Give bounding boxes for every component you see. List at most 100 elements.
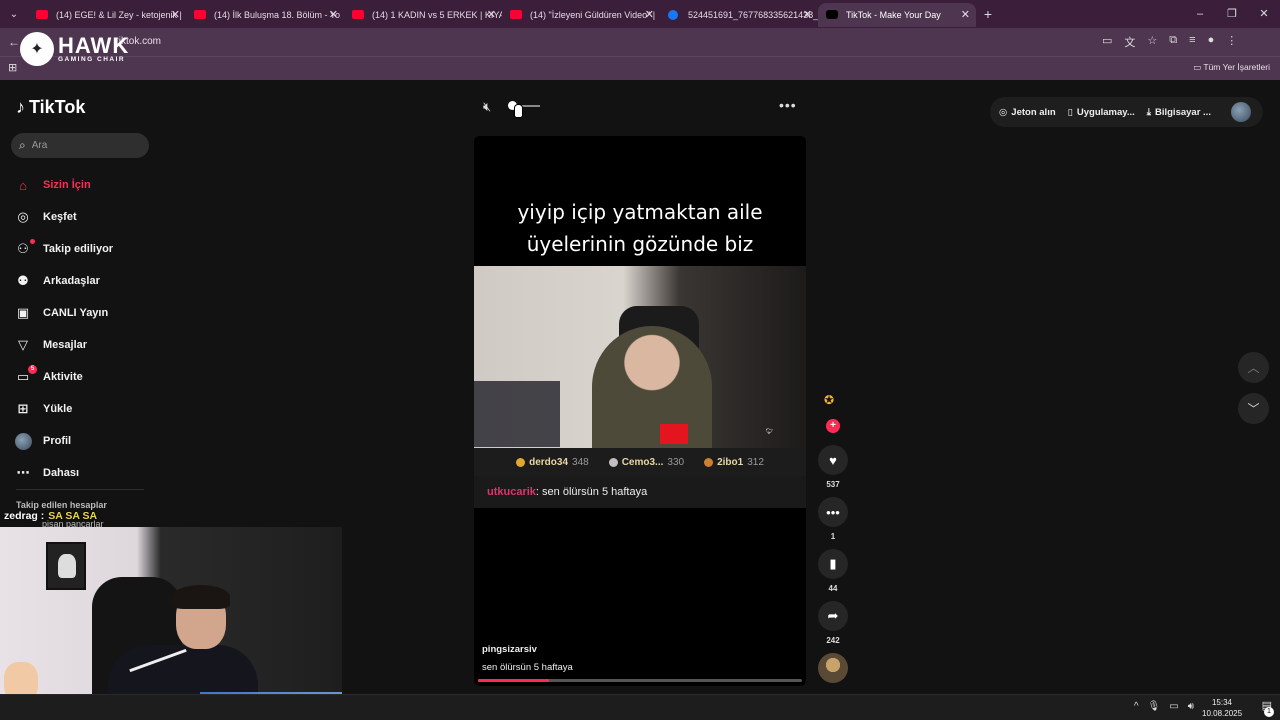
like-action[interactable]: ♥ 537: [818, 445, 848, 489]
stream-clip-image: 🐦︎: [474, 266, 806, 448]
profile-avatar-icon[interactable]: ●: [1208, 34, 1215, 50]
more-options-icon[interactable]: •••: [779, 97, 797, 113]
share-action[interactable]: ➦ 242: [818, 601, 848, 645]
streamer-figure: [592, 326, 712, 448]
sidebar-item[interactable]: ⋯ Dahası: [14, 457, 154, 489]
taskbar-clock[interactable]: 15:34 10.08.2025: [1202, 697, 1242, 719]
close-tab-icon[interactable]: ✕: [329, 8, 338, 21]
extensions-icon[interactable]: ⧉: [1169, 34, 1177, 50]
share-icon[interactable]: ➦: [818, 601, 848, 631]
sidebar-item[interactable]: ⌂ Sizin İçin: [14, 169, 154, 201]
sidebar-item[interactable]: ⚇ Takip ediliyor: [14, 233, 154, 265]
music-disc-avatar[interactable]: [818, 653, 848, 683]
media-icon[interactable]: ≡: [1189, 34, 1195, 50]
youtube-icon: [194, 10, 206, 19]
sidebar-item[interactable]: ⊞ Yükle: [14, 393, 154, 425]
menu-kebab-icon[interactable]: ⋮: [1226, 34, 1237, 50]
comment-action[interactable]: ••• 1: [818, 497, 848, 541]
chat-user: zedrag :: [4, 510, 45, 522]
apps-grid-icon[interactable]: ⊞: [8, 61, 17, 74]
sidebar-item-label: Aktivite: [43, 371, 83, 383]
video-description: sen ölürsün 5 haftaya: [482, 662, 573, 673]
close-tab-icon[interactable]: ✕: [645, 8, 654, 21]
desktop-app-button[interactable]: ⤓ Bilgisayar ...: [1147, 107, 1211, 118]
previous-video-button[interactable]: ︿: [1238, 352, 1269, 383]
facebook-icon: [668, 10, 678, 20]
gifter-rank-item: derdo34 348: [516, 457, 589, 468]
close-window-button[interactable]: ✕: [1248, 0, 1280, 28]
next-video-button[interactable]: ﹀: [1238, 393, 1269, 424]
more-icon: ⋯: [16, 465, 30, 480]
heart-icon[interactable]: ♥: [818, 445, 848, 475]
sidebar-item[interactable]: ▣ CANLI Yayın: [14, 297, 154, 329]
get-app-button[interactable]: ▯ Uygulamay...: [1068, 107, 1135, 118]
tiktok-logo[interactable]: ♪ TikTok: [16, 97, 85, 118]
sidebar-item[interactable]: ▭ Aktivite 5: [14, 361, 154, 393]
bookmark-star-icon[interactable]: ☆: [1147, 34, 1157, 50]
phone-icon: ▯: [1067, 106, 1073, 118]
sidebar-item[interactable]: Profil: [14, 425, 154, 457]
all-bookmarks-button[interactable]: ▭ Tüm Yer İşaretleri: [1193, 62, 1270, 73]
window-controls: – ❐ ✕: [1184, 0, 1280, 28]
tab-search-button[interactable]: ⌄: [0, 0, 28, 28]
close-tab-icon[interactable]: ✕: [487, 8, 496, 21]
address-input[interactable]: tiktok.com: [36, 31, 1096, 53]
search-input[interactable]: [31, 140, 132, 151]
sidebar-item[interactable]: ▽ Mesajlar: [14, 329, 154, 361]
network-icon[interactable]: ▭: [1169, 701, 1178, 712]
sidebar-item[interactable]: ⚉ Arkadaşlar: [14, 265, 154, 297]
close-tab-icon[interactable]: ✕: [171, 8, 180, 21]
follow-plus-button[interactable]: +: [826, 419, 840, 433]
video-player[interactable]: yiyip içip yatmaktan aile üyelerinin göz…: [474, 136, 806, 686]
back-arrow-icon[interactable]: ←: [8, 35, 20, 49]
bookmarks-bar: ⊞ ▭ Tüm Yer İşaretleri: [0, 56, 1280, 80]
browser-tab[interactable]: (14) 1 KADIN vs 5 ERKEK | KIYA ✕: [344, 3, 502, 27]
browser-tab[interactable]: (14) "İzleyeni Güldüren Video" | ✕: [502, 3, 660, 27]
close-tab-icon[interactable]: ✕: [803, 8, 812, 21]
share-count: 242: [826, 636, 840, 645]
minimize-button[interactable]: –: [1184, 0, 1216, 28]
browser-tab[interactable]: (14) EGE! & Lil Zey - ketojenik | ✕: [28, 3, 186, 27]
volume-icon[interactable]: 🔊︎: [1188, 701, 1194, 712]
browser-tab[interactable]: 524451691_767768335621438_ ✕: [660, 3, 818, 27]
save-action[interactable]: ▮ 44: [818, 549, 848, 593]
microphone-icon[interactable]: 🎙︎: [1148, 701, 1161, 712]
browser-tab[interactable]: (14) İlk Buluşma 18. Bölüm - Yo ✕: [186, 3, 344, 27]
youtube-icon: [352, 10, 364, 19]
screen: ⌄ (14) EGE! & Lil Zey - ketojenik | ✕ (14)…: [0, 0, 1280, 720]
tab-title: (14) "İzleyeni Güldüren Video" |: [530, 10, 656, 20]
gifter-score: 330: [667, 456, 685, 468]
bookmark-icon[interactable]: ▮: [818, 549, 848, 579]
comment-text: : sen ölürsün 5 haftaya: [535, 486, 648, 498]
comment-count: 1: [830, 532, 836, 541]
install-app-icon[interactable]: ▭: [1102, 34, 1112, 50]
tray-chevron-icon[interactable]: ^: [1134, 701, 1139, 712]
sidebar-item-label: Sizin İçin: [43, 179, 91, 191]
get-coins-button[interactable]: ◎ Jeton alın: [999, 107, 1056, 118]
browser-tab-bar: ⌄ (14) EGE! & Lil Zey - ketojenik | ✕ (14)…: [0, 0, 1280, 28]
new-tab-button[interactable]: +: [976, 6, 1000, 22]
translate-icon[interactable]: 文: [1124, 34, 1135, 50]
restore-button[interactable]: ❐: [1216, 0, 1248, 28]
tab-title: TikTok - Make Your Day: [846, 10, 941, 20]
system-tray: ^ 🎙︎ ▭ 🔊︎: [1134, 701, 1194, 712]
get-app-label: Uygulamay...: [1076, 106, 1135, 118]
video-author[interactable]: pingsizarsiv: [482, 644, 537, 655]
search-icon: ⌕: [19, 138, 26, 152]
mute-icon[interactable]: 🔇︎: [483, 99, 491, 115]
sidebar-divider: [16, 489, 144, 490]
sidebar-item[interactable]: ◎ Keşfet: [14, 201, 154, 233]
clock-time: 15:34: [1211, 698, 1233, 707]
comment-icon[interactable]: •••: [818, 497, 848, 527]
user-avatar[interactable]: [1230, 102, 1251, 122]
live-comment: utkucarik: sen ölürsün 5 haftaya: [474, 476, 806, 508]
search-box: ⌕: [11, 133, 149, 158]
friends-icon: ⚉: [17, 273, 29, 288]
tab-title: (14) 1 KADIN vs 5 ERKEK | KIYA: [372, 10, 502, 20]
following-icon: ⚇: [17, 241, 29, 256]
tab-title: 524451691_767768335621438_: [688, 10, 818, 20]
browser-tab[interactable]: TikTok - Make Your Day ✕: [818, 3, 976, 27]
live-gift-icon[interactable]: ✪: [824, 393, 842, 411]
video-progress-bar[interactable]: [478, 679, 802, 682]
close-tab-icon[interactable]: ✕: [961, 8, 970, 21]
